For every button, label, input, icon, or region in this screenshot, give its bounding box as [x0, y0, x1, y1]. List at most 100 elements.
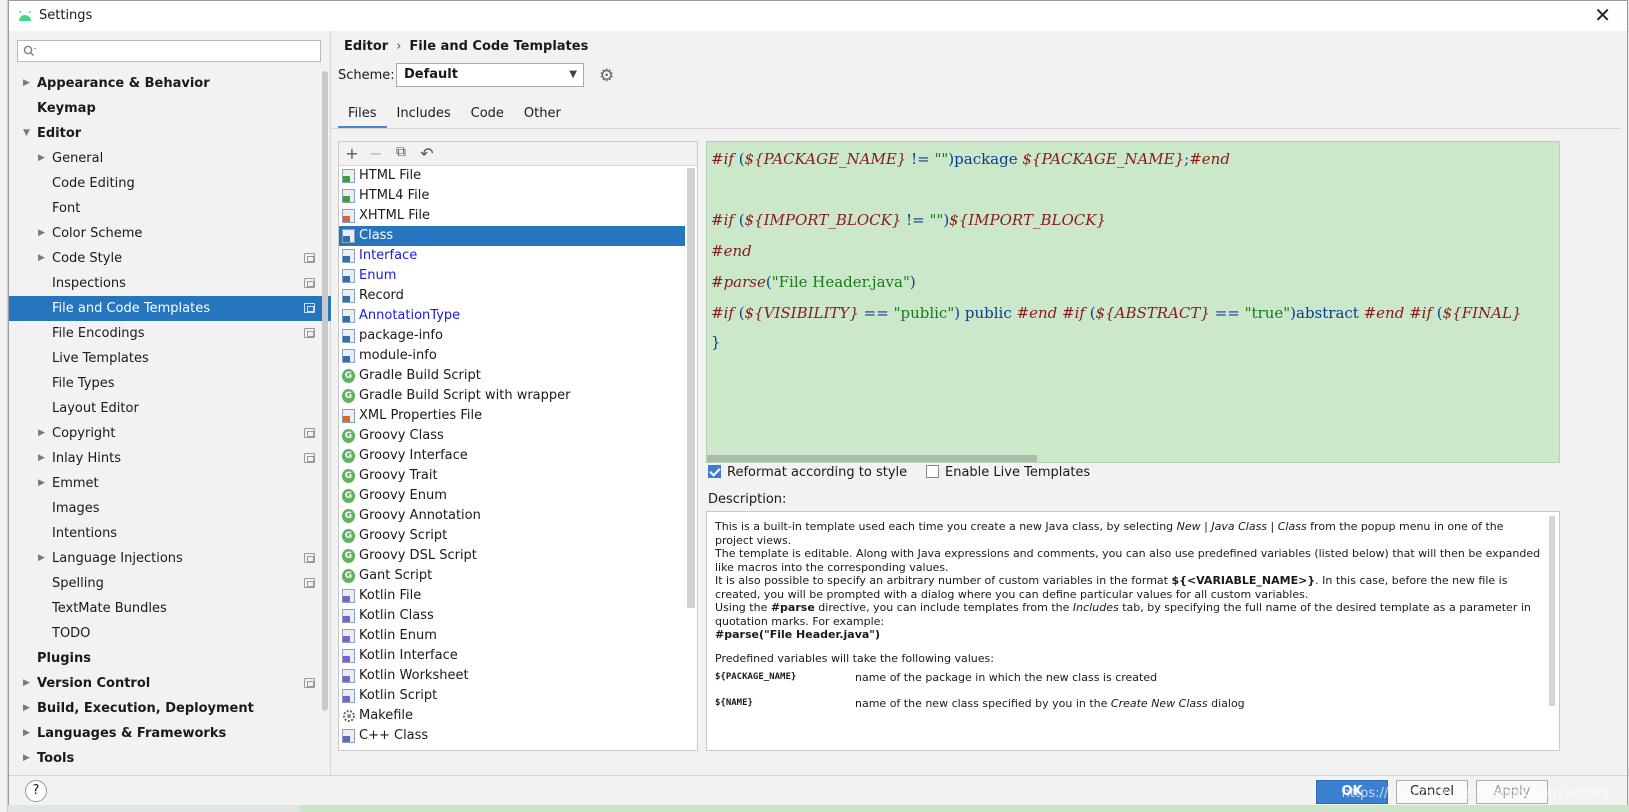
- chevron-right-icon[interactable]: ▶: [38, 446, 45, 471]
- list-item[interactable]: HTML File: [339, 166, 685, 186]
- chevron-right-icon[interactable]: ▶: [38, 421, 45, 446]
- list-item[interactable]: Kotlin Worksheet: [339, 666, 685, 686]
- sidebar-item-editor[interactable]: ▼ Editor: [9, 121, 331, 146]
- tab-other[interactable]: Other: [514, 101, 571, 129]
- code-token: #if: [1409, 304, 1433, 322]
- list-item[interactable]: G Groovy Class: [339, 426, 685, 446]
- sidebar-item-version-control[interactable]: ▶ Version Control: [9, 671, 331, 696]
- gear-icon[interactable]: ⚙: [599, 66, 614, 86]
- list-item[interactable]: Enum: [339, 266, 685, 286]
- chevron-right-icon[interactable]: ▶: [38, 471, 45, 496]
- editor-horizontal-scrollbar[interactable]: [707, 455, 1037, 462]
- list-item[interactable]: Makefile: [339, 706, 685, 726]
- breadcrumb-parent[interactable]: Editor: [344, 39, 388, 54]
- sidebar-item-spelling[interactable]: Spelling: [9, 571, 331, 596]
- list-item[interactable]: G Groovy Script: [339, 526, 685, 546]
- sidebar-item-plugins[interactable]: Plugins: [9, 646, 331, 671]
- sidebar-item-todo[interactable]: TODO: [9, 621, 331, 646]
- sidebar-item-intentions[interactable]: Intentions: [9, 521, 331, 546]
- description-scrollbar[interactable]: [1549, 516, 1555, 706]
- list-item[interactable]: G Gant Script: [339, 566, 685, 586]
- list-item[interactable]: Interface: [339, 246, 685, 266]
- copy-icon[interactable]: ⧉: [391, 144, 411, 160]
- sidebar-item-appearance-behavior[interactable]: ▶ Appearance & Behavior: [9, 71, 331, 96]
- sidebar-item-inspections[interactable]: Inspections: [9, 271, 331, 296]
- sidebar-item-language-injections[interactable]: ▶ Language Injections: [9, 546, 331, 571]
- list-item[interactable]: G Gradle Build Script with wrapper: [339, 386, 685, 406]
- sidebar-item-copyright[interactable]: ▶ Copyright: [9, 421, 331, 446]
- list-item[interactable]: G Groovy Enum: [339, 486, 685, 506]
- sidebar-item-file-encodings[interactable]: File Encodings: [9, 321, 331, 346]
- tab-includes[interactable]: Includes: [387, 101, 461, 129]
- scheme-dropdown[interactable]: Default ▼: [396, 63, 584, 87]
- list-item[interactable]: Kotlin Script: [339, 686, 685, 706]
- list-item[interactable]: Record: [339, 286, 685, 306]
- reformat-checkbox[interactable]: Reformat according to style: [708, 465, 907, 480]
- remove-icon[interactable]: −: [366, 144, 386, 163]
- list-item[interactable]: G Groovy Trait: [339, 466, 685, 486]
- list-item[interactable]: XML Properties File: [339, 406, 685, 426]
- list-item[interactable]: G Groovy Annotation: [339, 506, 685, 526]
- settings-sidebar: ▶ Appearance & Behavior Keymap ▼ Editor ▶ Gene…: [9, 31, 331, 775]
- list-item[interactable]: HTML4 File: [339, 186, 685, 206]
- chevron-right-icon[interactable]: ▶: [38, 221, 45, 246]
- chevron-right-icon[interactable]: ▶: [23, 71, 30, 96]
- list-item[interactable]: G Groovy Interface: [339, 446, 685, 466]
- list-item[interactable]: Class: [339, 226, 685, 246]
- sidebar-item-inlay-hints[interactable]: ▶ Inlay Hints: [9, 446, 331, 471]
- list-item[interactable]: AnnotationType: [339, 306, 685, 326]
- list-item[interactable]: Kotlin Class: [339, 606, 685, 626]
- live-templates-checkbox-box[interactable]: [926, 465, 939, 478]
- list-item[interactable]: C++ Class: [339, 726, 685, 746]
- add-icon[interactable]: +: [342, 144, 362, 163]
- sidebar-item-layout-editor[interactable]: Layout Editor: [9, 396, 331, 421]
- list-item[interactable]: Kotlin Enum: [339, 626, 685, 646]
- list-item[interactable]: XHTML File: [339, 206, 685, 226]
- sidebar-item-live-templates[interactable]: Live Templates: [9, 346, 331, 371]
- list-item[interactable]: G Groovy DSL Script: [339, 546, 685, 566]
- main-panel: Editor › File and Code Templates Scheme: D…: [331, 31, 1627, 775]
- reformat-checkbox-box[interactable]: [708, 465, 721, 478]
- list-item[interactable]: package-info: [339, 326, 685, 346]
- chevron-right-icon[interactable]: ▶: [38, 146, 45, 171]
- list-item[interactable]: G Gradle Build Script: [339, 366, 685, 386]
- sidebar-item-languages-frameworks[interactable]: ▶ Languages & Frameworks: [9, 721, 331, 746]
- variable-row: ${NAME} name of the new class specified b…: [715, 691, 1543, 717]
- close-icon[interactable]: ✕: [1594, 5, 1611, 25]
- list-item[interactable]: module-info: [339, 346, 685, 366]
- settings-dialog: Settings ✕ ▶ Appearance & Behavior Keymap ▼…: [8, 0, 1628, 805]
- chevron-right-icon[interactable]: ▶: [23, 671, 30, 696]
- reset-icon[interactable]: ↶: [417, 144, 437, 163]
- sidebar-item-file-types[interactable]: File Types: [9, 371, 331, 396]
- sidebar-item-file-and-code-templates[interactable]: File and Code Templates: [9, 296, 331, 321]
- list-item[interactable]: Kotlin Interface: [339, 646, 685, 666]
- help-button[interactable]: ?: [25, 780, 47, 802]
- chevron-down-icon[interactable]: ▼: [23, 121, 30, 146]
- template-code-editor[interactable]: } #if (${VISIBILITY} == "public") public …: [706, 141, 1560, 463]
- chevron-right-icon[interactable]: ▶: [38, 246, 45, 271]
- sidebar-item-code-style[interactable]: ▶ Code Style: [9, 246, 331, 271]
- sidebar-item-font[interactable]: Font: [9, 196, 331, 221]
- sidebar-item-textmate-bundles[interactable]: TextMate Bundles: [9, 596, 331, 621]
- sidebar-item-tools[interactable]: ▶ Tools: [9, 746, 331, 771]
- live-templates-checkbox[interactable]: Enable Live Templates: [926, 465, 1090, 480]
- sidebar-item-build-execution-deployment[interactable]: ▶ Build, Execution, Deployment: [9, 696, 331, 721]
- chevron-right-icon[interactable]: ▶: [23, 721, 30, 746]
- sidebar-item-images[interactable]: Images: [9, 496, 331, 521]
- sidebar-item-emmet[interactable]: ▶ Emmet: [9, 471, 331, 496]
- sidebar-item-label: Languages & Frameworks: [37, 726, 227, 741]
- list-scrollbar[interactable]: [687, 168, 695, 608]
- sidebar-scrollbar[interactable]: [322, 71, 328, 711]
- chevron-right-icon[interactable]: ▶: [23, 696, 30, 721]
- sidebar-item-general[interactable]: ▶ General: [9, 146, 331, 171]
- tab-files[interactable]: Files: [338, 101, 387, 129]
- chevron-right-icon[interactable]: ▶: [38, 546, 45, 571]
- search-input[interactable]: [17, 40, 321, 62]
- list-item[interactable]: Kotlin File: [339, 586, 685, 606]
- sidebar-item-keymap[interactable]: Keymap: [9, 96, 331, 121]
- sidebar-item-color-scheme[interactable]: ▶ Color Scheme: [9, 221, 331, 246]
- tab-code[interactable]: Code: [461, 101, 514, 129]
- sidebar-item-code-editing[interactable]: Code Editing: [9, 171, 331, 196]
- variable-description: name of the new class specified by you i…: [855, 697, 1245, 710]
- chevron-right-icon[interactable]: ▶: [23, 746, 30, 771]
